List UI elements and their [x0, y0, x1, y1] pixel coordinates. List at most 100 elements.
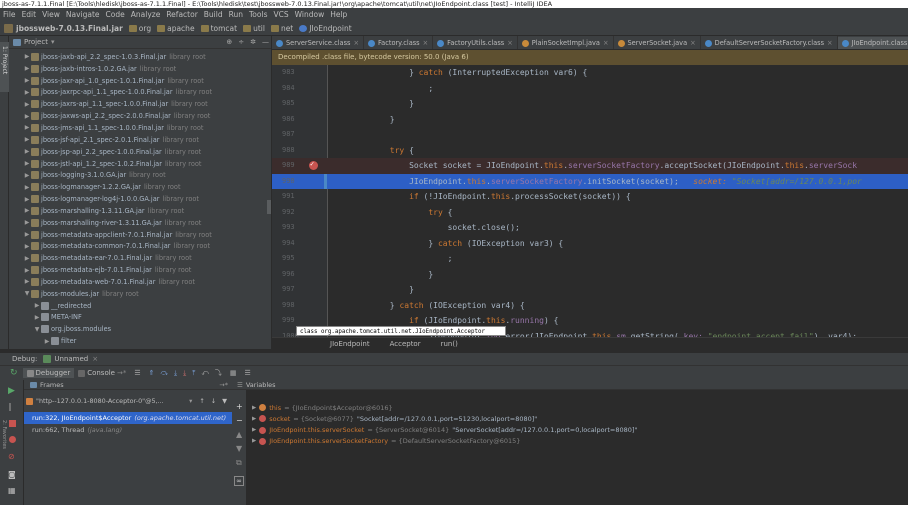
hide-panel-icon[interactable]: —: [262, 38, 269, 46]
evaluate-icon[interactable]: ▦: [230, 369, 237, 377]
collapsed-arrow-icon[interactable]: ▶: [23, 231, 31, 238]
breadcrumb-item[interactable]: tomcat: [200, 24, 237, 33]
menu-item-code[interactable]: Code: [106, 8, 125, 22]
menu-item-window[interactable]: Window: [295, 8, 325, 22]
close-icon[interactable]: ×: [827, 39, 833, 47]
collapsed-arrow-icon[interactable]: ▶: [23, 278, 31, 285]
tab-jioendpoint-class[interactable]: JIoEndpoint.class×: [837, 37, 908, 49]
restore-layout-icon[interactable]: ☰: [244, 369, 250, 377]
variable-row[interactable]: ▶ socket = {Socket@6077} "Socket[addr=/127.…: [252, 413, 537, 424]
tree-item[interactable]: ▶ jboss-jaxws-api_2.2_spec-2.0.0.Final.ja…: [9, 110, 271, 122]
variable-row[interactable]: ▶ JIoEndpoint.this.serverSocket = {ServerS…: [252, 425, 637, 436]
down-arrow-icon[interactable]: ↓: [211, 397, 216, 405]
tree-item[interactable]: ▶ META-INF: [9, 312, 271, 324]
move-up-icon[interactable]: ▲: [236, 430, 242, 439]
collapsed-arrow-icon[interactable]: ▶: [23, 89, 31, 96]
tab-factory-class[interactable]: Factory.class ×: [364, 36, 434, 49]
view-breakpoints-icon[interactable]: [9, 436, 16, 443]
tab-plainsocketimpl-java[interactable]: PlainSocketImpl.java ×: [518, 36, 614, 49]
resume-icon[interactable]: ▶: [8, 386, 15, 396]
collapsed-arrow-icon[interactable]: ▶: [23, 207, 31, 214]
thread-selector[interactable]: "http--127.0.0.1-8080-Acceptor-0"@5,... …: [26, 394, 230, 408]
debug-session-tab[interactable]: Unnamed: [54, 355, 88, 363]
collapsed-arrow-icon[interactable]: ▶: [252, 427, 256, 433]
stop-icon[interactable]: [9, 420, 16, 427]
breadcrumb-item[interactable]: org: [128, 24, 151, 33]
frame-item[interactable]: run:662, Thread (java.lang): [24, 424, 232, 436]
chevron-down-icon[interactable]: ▾: [51, 38, 55, 46]
close-icon[interactable]: ×: [353, 39, 359, 47]
collapsed-arrow-icon[interactable]: ▶: [23, 219, 31, 226]
collapsed-arrow-icon[interactable]: ▶: [23, 77, 31, 84]
menu-item-file[interactable]: File: [3, 8, 16, 22]
menu-item-refactor[interactable]: Refactor: [166, 8, 197, 22]
drop-frame-icon[interactable]: ⤺: [201, 369, 208, 378]
step-over-icon[interactable]: ⤼: [161, 369, 168, 378]
move-down-icon[interactable]: ▼: [236, 444, 242, 453]
project-scrollbar[interactable]: [267, 200, 271, 214]
step-into-icon[interactable]: ⤓: [174, 369, 177, 378]
menu-item-tools[interactable]: Tools: [249, 8, 267, 22]
menu-item-edit[interactable]: Edit: [22, 8, 37, 22]
collapsed-arrow-icon[interactable]: ▶: [252, 416, 256, 422]
project-panel-title[interactable]: Project: [24, 38, 48, 46]
frame-item[interactable]: run:322, JIoEndpoint$Acceptor (org.apache…: [24, 412, 232, 424]
collapsed-arrow-icon[interactable]: ▶: [252, 405, 256, 411]
editor-breadcrumb-item[interactable]: Acceptor: [384, 340, 427, 348]
mute-breakpoints-icon[interactable]: ⊘: [8, 452, 15, 461]
add-watch-icon[interactable]: +: [236, 402, 243, 411]
menu-item-help[interactable]: Help: [330, 8, 347, 22]
tree-item[interactable]: ▶ jboss-metadata-ejb-7.0.1.Final.jar libra…: [9, 264, 271, 276]
close-icon[interactable]: ×: [507, 39, 513, 47]
menu-item-view[interactable]: View: [42, 8, 60, 22]
show-execution-point-icon[interactable]: ⇑: [149, 369, 155, 377]
run-to-cursor-icon[interactable]: ⤵: [215, 368, 222, 378]
tree-item[interactable]: ▶ jboss-metadata-appclient-7.0.1.Final.ja…: [9, 229, 271, 241]
rerun-icon[interactable]: ↻: [10, 368, 18, 378]
tree-item[interactable]: ▶ __redirected: [9, 300, 271, 312]
close-icon[interactable]: ×: [690, 39, 696, 47]
menu-lines-icon[interactable]: ☰: [134, 369, 140, 377]
tab-debugger[interactable]: Debugger: [22, 368, 75, 378]
tree-item[interactable]: ▶ jboss-marshalling-river-1.3.11.GA.jar li…: [9, 217, 271, 229]
collapsed-arrow-icon[interactable]: ▶: [23, 101, 31, 108]
tree-item[interactable]: ▶ jboss-marshalling-1.3.11.GA.jar library …: [9, 205, 271, 217]
variable-row[interactable]: ▶ this = {JIoEndpoint$Acceptor@6016}: [252, 402, 393, 413]
menu-item-navigate[interactable]: Navigate: [66, 8, 100, 22]
filter-icon[interactable]: ▼: [222, 397, 227, 405]
variable-row[interactable]: ▶ JIoEndpoint.this.serverSocketFactory = {…: [252, 436, 520, 447]
expanded-arrow-icon[interactable]: ▼: [33, 326, 41, 333]
collapsed-arrow-icon[interactable]: ▶: [23, 136, 31, 143]
menu-item-analyze[interactable]: Analyze: [131, 8, 161, 22]
settings-icon[interactable]: ▦: [8, 486, 16, 495]
force-step-into-icon[interactable]: ⤓: [183, 369, 186, 378]
arrow-icon[interactable]: →*: [219, 381, 228, 389]
tab-defaultserversocketfactory-class[interactable]: DefaultServerSocketFactory.class ×: [701, 36, 838, 49]
pause-icon[interactable]: ‖: [8, 402, 12, 411]
tree-item[interactable]: ▶ jboss-jstl-api_1.2_spec-1.0.2.Final.jar…: [9, 158, 271, 170]
tree-item[interactable]: ▶ jboss-metadata-common-7.0.1.Final.jar li…: [9, 241, 271, 253]
tree-item[interactable]: ▶ filter: [9, 335, 271, 347]
breadcrumb-item[interactable]: JIoEndpoint: [299, 24, 352, 33]
collapsed-arrow-icon[interactable]: ▶: [23, 113, 31, 120]
tree-item[interactable]: ▶ jboss-jaxr-api_1.0_spec-1.0.1.Final.jar…: [9, 75, 271, 87]
collapsed-arrow-icon[interactable]: ▶: [23, 148, 31, 155]
remove-watch-icon[interactable]: −: [236, 416, 243, 425]
collapsed-arrow-icon[interactable]: ▶: [23, 267, 31, 274]
collapsed-arrow-icon[interactable]: ▶: [23, 172, 31, 179]
collapsed-arrow-icon[interactable]: ▶: [23, 184, 31, 191]
collapsed-arrow-icon[interactable]: ▶: [33, 302, 41, 309]
collapsed-arrow-icon[interactable]: ▶: [23, 53, 31, 60]
tab-factoryutils-class[interactable]: FactoryUtils.class ×: [433, 36, 518, 49]
favorites-label[interactable]: 2: Favorites: [1, 420, 7, 449]
collapse-all-icon[interactable]: ÷: [238, 38, 244, 46]
up-arrow-icon[interactable]: ↑: [199, 397, 204, 405]
tree-item[interactable]: ▶ jboss-logmanager-1.2.2.GA.jar library ro…: [9, 181, 271, 193]
collapsed-arrow-icon[interactable]: ▶: [33, 314, 41, 321]
breadcrumb-item[interactable]: apache: [157, 24, 195, 33]
infinity-icon[interactable]: ∞: [234, 476, 244, 486]
tree-item[interactable]: ▶ jboss-metadata-ear-7.0.1.Final.jar libra…: [9, 252, 271, 264]
menu-item-vcs[interactable]: VCS: [273, 8, 288, 22]
tree-item[interactable]: ▶ jboss-jaxb-api_2.2_spec-1.0.3.Final.jar…: [9, 51, 271, 63]
breadcrumb-item[interactable]: jbossweb-7.0.13.Final.jar: [16, 24, 123, 33]
